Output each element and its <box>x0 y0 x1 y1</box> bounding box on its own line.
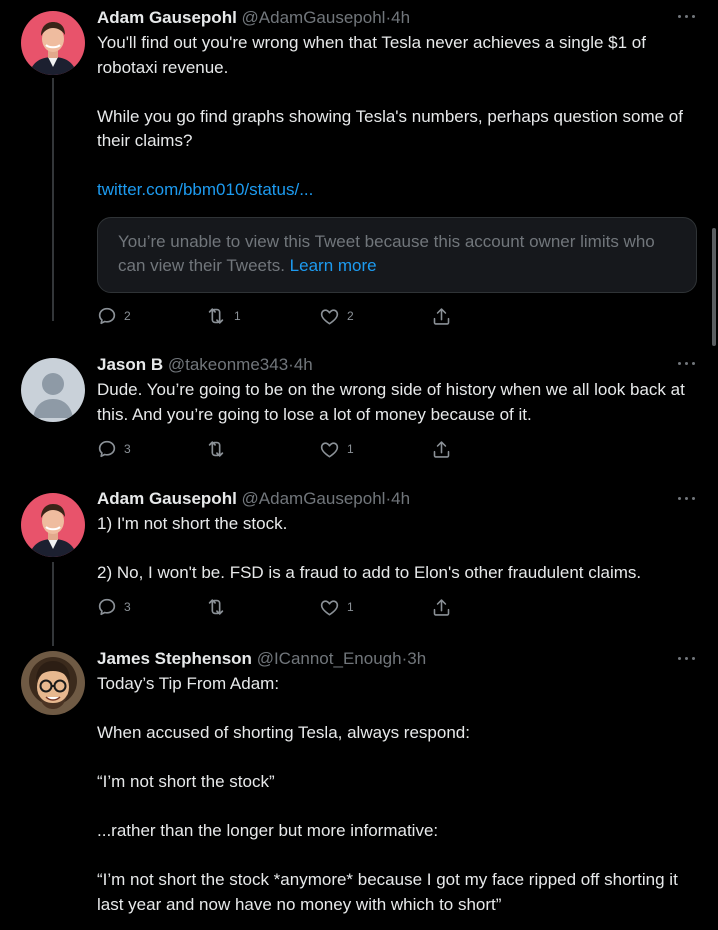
avatar[interactable] <box>21 493 85 557</box>
tweet-text: Today’s Tip From Adam: When accused of s… <box>97 672 697 917</box>
avatar[interactable] <box>21 358 85 422</box>
share-button[interactable] <box>431 595 452 619</box>
tweet-header: Adam Gausepohl @AdamGausepohl·4h <box>97 7 697 29</box>
like-count: 1 <box>347 600 354 614</box>
timestamp[interactable]: 4h <box>391 489 410 508</box>
tweet-paragraph: 1) I'm not short the stock. <box>97 514 288 533</box>
retweet-icon <box>205 305 227 327</box>
tweet-text: 1) I'm not short the stock. 2) No, I won… <box>97 512 697 586</box>
tweet-paragraph: ...rather than the longer but more infor… <box>97 821 439 840</box>
tweet-actions: 3 1 <box>97 437 697 461</box>
display-name[interactable]: Adam Gausepohl <box>97 489 237 508</box>
quoted-tweet-unavailable[interactable]: You’re unable to view this Tweet because… <box>97 216 697 293</box>
tweet-paragraph: Dude. You’re going to be on the wrong si… <box>97 380 685 424</box>
quote-unavailable-text: You’re unable to view this Tweet because… <box>118 231 655 275</box>
tweet-text: You'll find out you're wrong when that T… <box>97 31 697 203</box>
heart-icon <box>319 597 340 618</box>
like-button[interactable]: 2 <box>319 304 354 328</box>
learn-more-link[interactable]: Learn more <box>290 256 377 275</box>
portrait-man-glasses-icon <box>21 651 85 715</box>
tweet-header: James Stephenson @ICannot_Enough·3h <box>97 648 697 670</box>
timestamp[interactable]: 4h <box>294 355 313 374</box>
reply-bubble-icon <box>97 439 117 459</box>
reply-button[interactable]: 3 <box>97 595 131 619</box>
tweet[interactable]: Jason B @takeonme343·4h Dude. You’re goi… <box>0 340 718 485</box>
more-options-icon[interactable] <box>678 656 696 662</box>
timestamp[interactable]: 4h <box>391 8 410 27</box>
timestamp[interactable]: 3h <box>407 649 426 668</box>
more-options-icon[interactable] <box>678 361 696 367</box>
reply-count: 3 <box>124 600 131 614</box>
retweet-count: 1 <box>234 309 241 323</box>
tweet-paragraph: While you go find graphs showing Tesla's… <box>97 106 683 151</box>
display-name[interactable]: Adam Gausepohl <box>97 8 237 27</box>
portrait-man-pink-bg-icon <box>21 493 85 557</box>
retweet-button[interactable] <box>205 437 234 461</box>
retweet-icon <box>205 438 227 460</box>
user-handle[interactable]: @AdamGausepohl <box>242 8 386 27</box>
retweet-icon <box>205 596 227 618</box>
retweet-button[interactable] <box>205 595 234 619</box>
default-profile-placeholder-icon <box>21 358 85 422</box>
scrollbar-thumb[interactable] <box>712 228 716 346</box>
share-upload-icon <box>431 597 452 618</box>
share-upload-icon <box>431 306 452 327</box>
avatar[interactable] <box>21 11 85 75</box>
tweet-header: Adam Gausepohl @AdamGausepohl·4h <box>97 488 697 510</box>
like-button[interactable]: 1 <box>319 437 354 461</box>
reply-count: 3 <box>124 442 131 456</box>
tweet-paragraph: When accused of shorting Tesla, always r… <box>97 723 470 742</box>
like-count: 1 <box>347 442 354 456</box>
avatar[interactable] <box>21 651 85 715</box>
tweet[interactable]: James Stephenson @ICannot_Enough·3h Toda… <box>0 645 718 930</box>
tweet-paragraph: “I’m not short the stock” <box>97 772 275 791</box>
reply-thread: Adam Gausepohl @AdamGausepohl·4h You'll … <box>0 0 718 930</box>
share-button[interactable] <box>431 437 452 461</box>
share-upload-icon <box>431 439 452 460</box>
tweet-paragraph: 2) No, I won't be. FSD is a fraud to add… <box>97 563 642 582</box>
user-handle[interactable]: @AdamGausepohl <box>242 489 386 508</box>
display-name[interactable]: James Stephenson <box>97 649 252 668</box>
display-name[interactable]: Jason B <box>97 355 163 374</box>
portrait-man-pink-bg-icon <box>21 11 85 75</box>
tweet-paragraph: “I’m not short the stock *anymore* becau… <box>97 870 678 914</box>
tweet-actions: 2 1 2 <box>97 304 697 328</box>
heart-icon <box>319 306 340 327</box>
reply-button[interactable]: 3 <box>97 437 131 461</box>
reply-button[interactable]: 2 <box>97 304 131 328</box>
reply-bubble-icon <box>97 306 117 326</box>
like-count: 2 <box>347 309 354 323</box>
more-options-icon[interactable] <box>678 14 696 20</box>
share-button[interactable] <box>431 304 452 328</box>
user-handle[interactable]: @takeonme343 <box>168 355 288 374</box>
tweet-header: Jason B @takeonme343·4h <box>97 354 697 376</box>
tweet-paragraph: You'll find out you're wrong when that T… <box>97 33 646 77</box>
tweet-text: Dude. You’re going to be on the wrong si… <box>97 378 697 427</box>
more-options-icon[interactable] <box>678 496 696 502</box>
user-handle[interactable]: @ICannot_Enough <box>257 649 402 668</box>
tweet-actions: 3 1 <box>97 595 697 619</box>
retweet-button[interactable]: 1 <box>205 304 241 328</box>
tweet[interactable]: Adam Gausepohl @AdamGausepohl·4h 1) I'm … <box>0 485 718 645</box>
tweet[interactable]: Adam Gausepohl @AdamGausepohl·4h You'll … <box>0 0 718 340</box>
heart-icon <box>319 439 340 460</box>
reply-count: 2 <box>124 309 131 323</box>
tweet-paragraph: Today’s Tip From Adam: <box>97 674 280 693</box>
reply-bubble-icon <box>97 597 117 617</box>
like-button[interactable]: 1 <box>319 595 354 619</box>
tweet-link[interactable]: twitter.com/bbm010/status/... <box>97 180 313 199</box>
